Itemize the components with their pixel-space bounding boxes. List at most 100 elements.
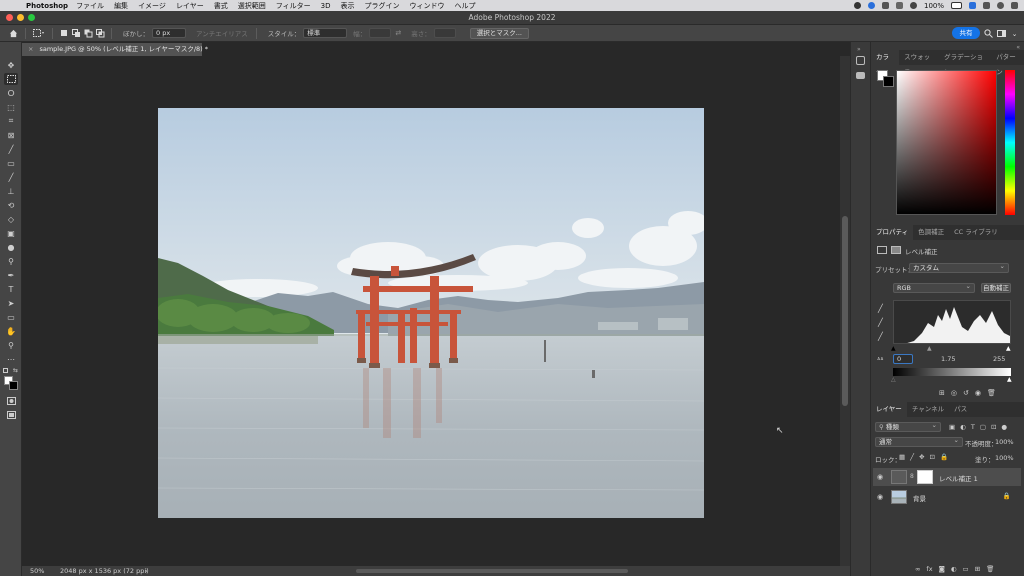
app-menu[interactable]: Photoshop: [26, 2, 68, 10]
lock-transparent-icon[interactable]: ▦: [899, 453, 905, 461]
filter-smart-object-icon[interactable]: ⊡: [991, 423, 996, 431]
style-select[interactable]: 標準: [303, 28, 348, 38]
document-image[interactable]: [158, 108, 704, 518]
color-swatches[interactable]: ⇆: [3, 367, 19, 390]
horizontal-scroll-thumb[interactable]: [356, 569, 628, 573]
add-mask-icon[interactable]: ◙: [939, 565, 945, 573]
input-white-field[interactable]: 255: [993, 355, 1005, 363]
search-icon[interactable]: [997, 2, 1004, 9]
tab-cc-libraries[interactable]: CC ライブラリ: [949, 225, 1003, 240]
menu-layer[interactable]: レイヤー: [176, 1, 204, 11]
default-colors-icon[interactable]: [3, 368, 8, 373]
volume-icon[interactable]: [895, 2, 903, 9]
eye-icon[interactable]: ◉: [877, 493, 883, 501]
gray-point-eyedropper-icon[interactable]: ╱: [878, 318, 883, 327]
hand-tool-icon[interactable]: ✋: [4, 325, 18, 337]
clip-warning-icon[interactable]: ᐞᐞ: [877, 357, 884, 364]
filter-shape-icon[interactable]: ▢: [980, 423, 986, 431]
layer-filter-select[interactable]: ⚲ 種類: [875, 421, 941, 432]
comments-icon[interactable]: [856, 72, 865, 79]
new-adjustment-icon[interactable]: ◐: [951, 565, 957, 573]
menu-3d[interactable]: 3D: [321, 2, 331, 10]
control-center-icon[interactable]: [1011, 2, 1018, 9]
battery-icon[interactable]: [951, 2, 962, 9]
zoom-tool-icon[interactable]: ⚲: [4, 339, 18, 351]
eyedropper-tool-icon[interactable]: ╱: [4, 143, 18, 155]
canvas-vertical-scrollbar[interactable]: [840, 56, 850, 566]
screen-mode-icon[interactable]: [4, 409, 18, 421]
opacity-field[interactable]: 100%: [995, 438, 1014, 446]
layer-style-icon[interactable]: fx: [926, 565, 932, 573]
new-selection-icon[interactable]: [58, 28, 70, 39]
panel-collapse-icon[interactable]: «: [1016, 44, 1020, 51]
feather-input[interactable]: 0 px: [152, 28, 186, 38]
move-tool-icon[interactable]: ✥: [4, 59, 18, 71]
document-tab[interactable]: × sample.JPG @ 50% (レベル補正 1, レイヤーマスク/8) *: [22, 43, 208, 56]
add-selection-icon[interactable]: [70, 28, 82, 39]
channel-select[interactable]: RGB: [893, 282, 975, 293]
healing-brush-tool-icon[interactable]: ▭: [4, 157, 18, 169]
select-and-mask-button[interactable]: 選択とマスク...: [469, 27, 529, 39]
input-midtone-field[interactable]: 1.75: [941, 355, 955, 363]
marquee-tool-preset-icon[interactable]: [31, 28, 47, 39]
workspace-icon[interactable]: [996, 28, 1007, 39]
blend-mode-select[interactable]: 通常: [875, 436, 963, 447]
type-tool-icon[interactable]: T: [4, 283, 18, 295]
bluetooth-icon[interactable]: [881, 2, 889, 9]
vertical-scroll-thumb[interactable]: [842, 216, 848, 406]
foreground-background-swatch[interactable]: [877, 70, 895, 88]
zoom-level[interactable]: 50%: [30, 566, 44, 576]
status-icon[interactable]: [853, 2, 861, 9]
status-icon[interactable]: [867, 2, 875, 9]
clip-to-layer-icon[interactable]: ⊞: [939, 389, 945, 399]
tab-patterns[interactable]: パターン: [991, 50, 1024, 76]
workspace-menu-icon[interactable]: ⌄: [1009, 28, 1020, 39]
tab-color[interactable]: カラー: [871, 50, 900, 76]
lasso-tool-icon[interactable]: ⵔ: [4, 87, 18, 99]
mask-icon[interactable]: [891, 246, 901, 254]
gradient-tool-icon[interactable]: ▣: [4, 227, 18, 239]
search-icon[interactable]: [983, 28, 994, 39]
link-layers-icon[interactable]: ∞: [915, 565, 920, 573]
menu-edit[interactable]: 編集: [114, 1, 128, 11]
lock-artboard-icon[interactable]: ⊡: [930, 453, 935, 461]
menu-view[interactable]: 表示: [340, 1, 354, 11]
menu-select[interactable]: 選択範囲: [238, 1, 266, 11]
lock-image-icon[interactable]: ╱: [910, 453, 914, 461]
new-layer-icon[interactable]: ⊞: [975, 565, 980, 573]
input-method-icon[interactable]: [969, 2, 976, 9]
lock-all-icon[interactable]: 🔒: [940, 453, 948, 461]
wifi-icon[interactable]: [909, 2, 917, 9]
rectangle-tool-icon[interactable]: ▭: [4, 311, 18, 323]
menu-filter[interactable]: フィルター: [276, 1, 311, 11]
black-point-eyedropper-icon[interactable]: ╱: [878, 304, 883, 313]
view-previous-icon[interactable]: ◎: [951, 389, 957, 399]
menu-plugins[interactable]: プラグイン: [364, 1, 399, 11]
tab-adjustments[interactable]: 色調補正: [913, 225, 949, 240]
layer-row[interactable]: ◉ 8 レベル補正 1: [873, 468, 1021, 486]
menu-image[interactable]: イメージ: [138, 1, 166, 11]
lock-position-icon[interactable]: ✥: [919, 453, 924, 461]
filter-toggle-icon[interactable]: ●: [1001, 423, 1007, 431]
visibility-icon[interactable]: ◉: [975, 389, 981, 399]
tab-layers[interactable]: レイヤー: [871, 402, 907, 417]
intersect-selection-icon[interactable]: [94, 28, 106, 39]
background-color[interactable]: [9, 381, 18, 390]
new-group-icon[interactable]: ▭: [963, 565, 969, 573]
path-selection-tool-icon[interactable]: ➤: [4, 297, 18, 309]
output-levels-gradient[interactable]: [893, 368, 1011, 376]
height-input[interactable]: [433, 28, 456, 38]
antialias-checkbox[interactable]: アンチエイリアス: [196, 28, 248, 38]
trash-icon[interactable]: 🗑: [987, 389, 996, 399]
blur-tool-icon[interactable]: ●: [4, 241, 18, 253]
menu-file[interactable]: ファイル: [76, 1, 104, 11]
fill-field[interactable]: 100%: [995, 454, 1014, 462]
tab-swatches[interactable]: スウォッチ: [899, 50, 939, 76]
link-icon[interactable]: 8: [910, 473, 914, 480]
dodge-tool-icon[interactable]: ⚲: [4, 255, 18, 267]
delete-layer-icon[interactable]: 🗑: [986, 565, 994, 573]
object-selection-tool-icon[interactable]: ⬚: [4, 101, 18, 113]
tab-channels[interactable]: チャンネル: [907, 402, 949, 417]
eraser-tool-icon[interactable]: ◇: [4, 213, 18, 225]
crop-tool-icon[interactable]: ⌗: [4, 115, 18, 127]
